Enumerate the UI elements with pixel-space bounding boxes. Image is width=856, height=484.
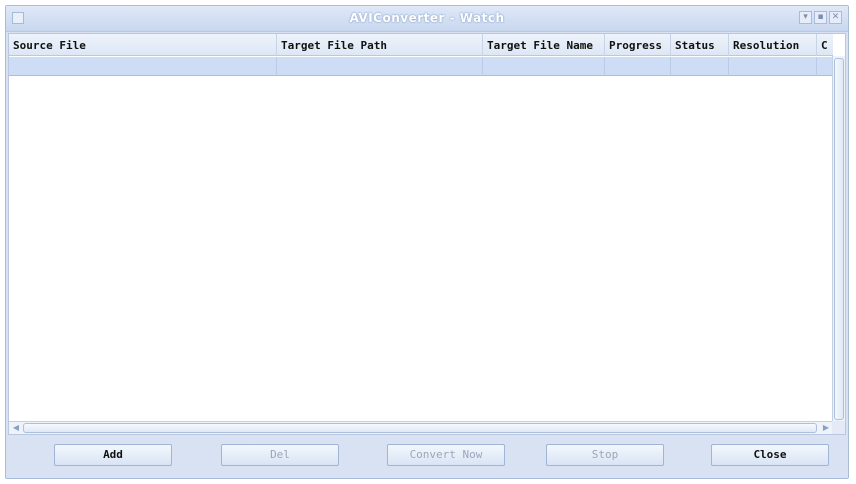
table-cell: [817, 57, 833, 76]
column-header-truncated[interactable]: C: [817, 34, 833, 56]
column-header-status[interactable]: Status: [671, 34, 729, 56]
table-cell: [277, 57, 483, 76]
convert-now-button[interactable]: Convert Now: [387, 444, 505, 466]
table-cell: [671, 57, 729, 76]
del-button[interactable]: Del: [221, 444, 339, 466]
horizontal-scrollbar[interactable]: ◀ ▶: [9, 421, 833, 434]
column-header-source-file[interactable]: Source File: [9, 34, 277, 56]
column-header-resolution[interactable]: Resolution: [729, 34, 817, 56]
window-controls: ▾ ▪ ✕: [799, 11, 842, 24]
table-header: Source File Target File Path Target File…: [9, 34, 833, 56]
scrollbar-corner: [832, 421, 845, 434]
scroll-left-icon[interactable]: ◀: [10, 422, 22, 434]
stop-button[interactable]: Stop: [546, 444, 664, 466]
column-header-target-file-path[interactable]: Target File Path: [277, 34, 483, 56]
vertical-scroll-thumb[interactable]: [834, 58, 844, 420]
column-header-target-file-name[interactable]: Target File Name: [483, 34, 605, 56]
table-cell: [9, 57, 277, 76]
button-bar: Add Del Convert Now Stop Close: [6, 436, 848, 478]
vertical-scrollbar[interactable]: [832, 56, 845, 424]
table-row[interactable]: [9, 57, 833, 76]
scroll-right-icon[interactable]: ▶: [820, 422, 832, 434]
horizontal-scroll-thumb[interactable]: [23, 423, 817, 433]
table-cell: [483, 57, 605, 76]
minimize-icon[interactable]: ▾: [799, 11, 812, 24]
add-button[interactable]: Add: [54, 444, 172, 466]
column-header-progress[interactable]: Progress: [605, 34, 671, 56]
main-window: AVIConverter - Watch ▾ ▪ ✕ Source File T…: [5, 5, 849, 479]
table-cell: [605, 57, 671, 76]
window-title: AVIConverter - Watch: [349, 11, 505, 25]
close-button[interactable]: Close: [711, 444, 829, 466]
title-bar[interactable]: AVIConverter - Watch ▾ ▪ ✕: [6, 6, 848, 32]
table-cell: [729, 57, 817, 76]
close-icon[interactable]: ✕: [829, 11, 842, 24]
maximize-icon[interactable]: ▪: [814, 11, 827, 24]
file-list-table[interactable]: Source File Target File Path Target File…: [8, 33, 846, 435]
